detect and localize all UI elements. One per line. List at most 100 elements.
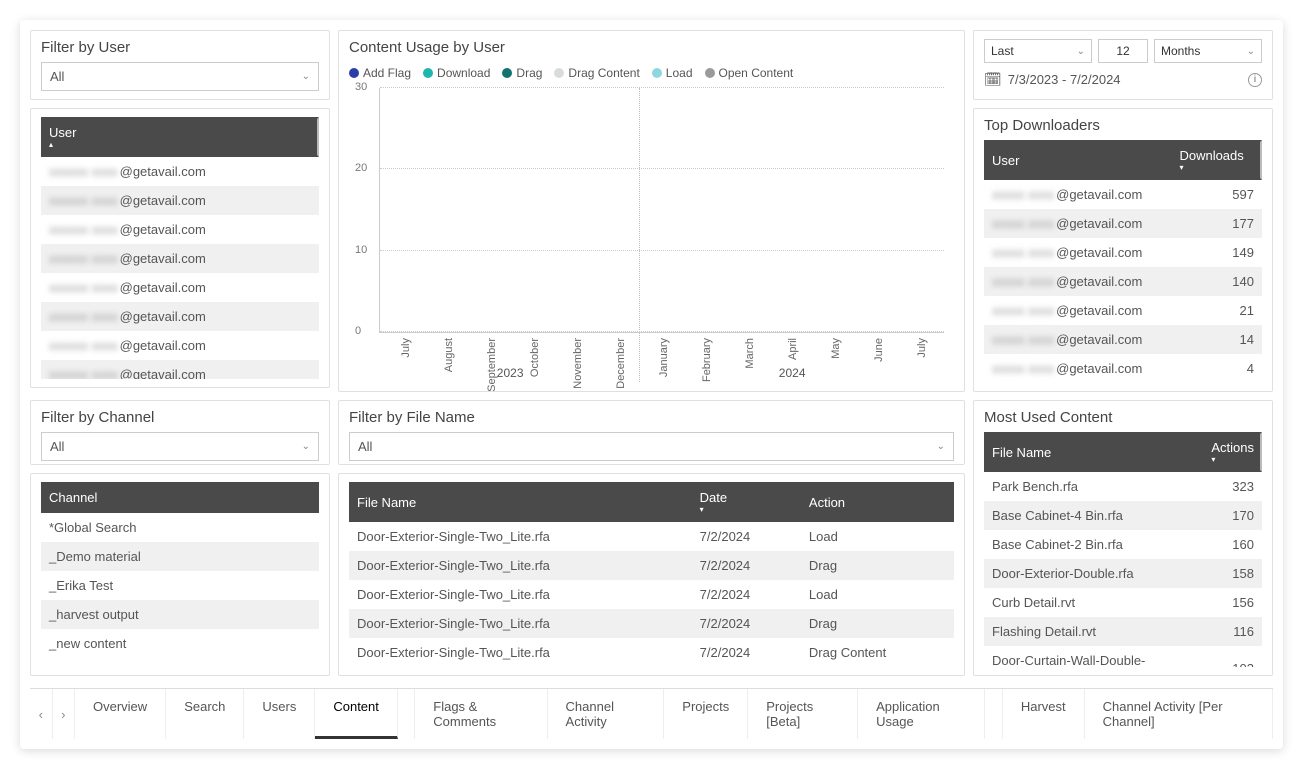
tab-overview[interactable]: Overview [75, 689, 166, 739]
user-header[interactable]: User▴ [41, 117, 319, 157]
top-dl-table: User Downloads▾ xxxxx xxxx@getavail.com5… [984, 140, 1262, 383]
table-row[interactable]: xxxxx xxxx@getavail.com [984, 238, 1171, 267]
table-row[interactable]: xxxxxx xxxx@getavail.com [41, 215, 319, 244]
file-table: File Name Date▾ Action Door-Exterior-Sin… [349, 482, 954, 667]
scrollbar[interactable] [317, 117, 319, 157]
chart-area: 0102030JulyAugustSeptemberOctoberNovembe… [379, 88, 944, 333]
file-date-header[interactable]: Date▾ [692, 482, 801, 522]
tab-channel-activity-per-channel-[interactable]: Channel Activity [Per Channel] [1085, 689, 1273, 739]
channel-list-panel: Channel *Global Search_Demo material_Eri… [30, 473, 330, 676]
table-row[interactable]: xxxxx xxxx@getavail.com [984, 325, 1171, 354]
info-icon[interactable]: i [1248, 73, 1262, 87]
content-usage-chart-panel: Content Usage by User Add Flag Download Dr… [338, 30, 965, 392]
table-row[interactable]: xxxxxx xxxx@getavail.com [41, 360, 319, 379]
channel-header[interactable]: Channel [41, 482, 319, 513]
filter-channel-value: All [50, 439, 64, 454]
table-row[interactable]: Door-Exterior-Single-Two_Lite.rfa [349, 551, 692, 580]
table-row[interactable]: Door-Exterior-Single-Two_Lite.rfa [349, 580, 692, 609]
filter-by-channel-panel: Filter by Channel All ⌄ [30, 400, 330, 465]
table-row[interactable]: _harvest output [41, 600, 319, 629]
scrollbar[interactable] [1260, 140, 1262, 180]
user-table: User▴ xxxxxx xxxx@getavail.comxxxxxx xxx… [41, 117, 319, 379]
top-dl-title: Top Downloaders [984, 117, 1262, 134]
table-row[interactable]: _Demo material [41, 542, 319, 571]
top-downloaders-panel: Top Downloaders User Downloads▾ xxxxx xx… [973, 108, 1273, 392]
tab-harvest[interactable]: Harvest [1003, 689, 1085, 739]
top-dl-count-header[interactable]: Downloads▾ [1171, 140, 1262, 180]
legend-item[interactable]: Drag Content [554, 66, 639, 80]
most-used-panel: Most Used Content File Name Actions▾ Par… [973, 400, 1273, 676]
table-row[interactable]: xxxxx xxxx@getavail.com [984, 267, 1171, 296]
legend-item[interactable]: Drag [502, 66, 542, 80]
most-used-table: File Name Actions▾ Park Bench.rfa323Base… [984, 432, 1262, 667]
top-dl-user-header[interactable]: User [984, 140, 1171, 180]
filter-file-value: All [358, 439, 372, 454]
filter-by-user-panel: Filter by User All ⌄ [30, 30, 330, 100]
table-row[interactable]: xxxxxx xxxx@getavail.com [41, 331, 319, 360]
tab-content[interactable]: Content [315, 689, 398, 739]
tab-prev-arrow[interactable]: ‹ [30, 689, 53, 739]
filter-channel-dropdown[interactable]: All ⌄ [41, 432, 319, 461]
tab-flags-comments[interactable]: Flags & Comments [415, 689, 547, 739]
filter-channel-title: Filter by Channel [41, 409, 319, 426]
tab-projects-beta-[interactable]: Projects [Beta] [748, 689, 858, 739]
chart-legend: Add Flag Download Drag Drag Content Load Open… [349, 66, 954, 80]
date-unit-dropdown[interactable]: Months⌄ [1154, 39, 1262, 63]
tab-channel-activity[interactable]: Channel Activity [548, 689, 665, 739]
table-row[interactable]: xxxxx xxxx@getavail.com [984, 296, 1171, 325]
date-last-dropdown[interactable]: Last⌄ [984, 39, 1092, 63]
table-row[interactable]: xxxxx xxxx@getavail.com [984, 209, 1171, 238]
table-row[interactable]: _new content [41, 629, 319, 658]
chevron-down-icon: ⌄ [302, 441, 310, 452]
table-row[interactable]: Door-Exterior-Single-Two_Lite.rfa [349, 522, 692, 551]
chevron-down-icon: ⌄ [302, 71, 310, 82]
tab-users[interactable]: Users [244, 689, 315, 739]
filter-user-title: Filter by User [41, 39, 319, 56]
most-used-actions-header[interactable]: Actions▾ [1203, 432, 1262, 472]
table-row[interactable]: Base Cabinet-2 Bin.rfa [984, 530, 1203, 559]
most-used-file-header[interactable]: File Name [984, 432, 1203, 472]
file-list-panel: File Name Date▾ Action Door-Exterior-Sin… [338, 473, 965, 676]
table-row[interactable]: Door-Exterior-Single-Two_Lite.rfa [349, 638, 692, 667]
tab-projects[interactable]: Projects [664, 689, 748, 739]
table-row[interactable]: Door-Exterior-Double.rfa [984, 559, 1203, 588]
calendar-icon: 🗓 [984, 71, 1002, 88]
filter-file-dropdown[interactable]: All ⌄ [349, 432, 954, 461]
user-list-panel: User▴ xxxxxx xxxx@getavail.comxxxxxx xxx… [30, 108, 330, 388]
tab-application-usage[interactable]: Application Usage [858, 689, 985, 739]
date-range-text: 7/3/2023 - 7/2/2024 [1008, 72, 1121, 87]
filter-user-dropdown[interactable]: All ⌄ [41, 62, 319, 91]
table-row[interactable]: _Erika Test [41, 571, 319, 600]
table-row[interactable]: xxxxx xxxx@getavail.com [984, 180, 1171, 209]
report-tabs: ‹ › OverviewSearchUsersContent Flags & Co… [30, 688, 1273, 739]
legend-item[interactable]: Load [652, 66, 693, 80]
file-name-header[interactable]: File Name [349, 482, 692, 522]
table-row[interactable]: xxxxxx xxxx@getavail.com [41, 244, 319, 273]
table-row[interactable]: xxxxxx xxxx@getavail.com [41, 157, 319, 186]
table-row[interactable]: xxxxxx xxxx@getavail.com [41, 186, 319, 215]
scrollbar[interactable] [1260, 432, 1262, 472]
tab-search[interactable]: Search [166, 689, 244, 739]
table-row[interactable]: Door-Curtain-Wall-Double-Storefront.rfa [984, 646, 1203, 667]
table-row[interactable]: Curb Detail.rvt [984, 588, 1203, 617]
filter-user-value: All [50, 69, 64, 84]
table-row[interactable]: Park Bench.rfa [984, 472, 1203, 501]
table-row[interactable]: xxxxxx xxxx@getavail.com [41, 302, 319, 331]
tab-next-arrow[interactable]: › [53, 689, 76, 739]
date-count-input[interactable]: 12 [1098, 39, 1148, 63]
table-row[interactable]: Door-Exterior-Single-Two_Lite.rfa [349, 609, 692, 638]
most-used-title: Most Used Content [984, 409, 1262, 426]
table-row[interactable]: xxxxx xxxx@getavail.com [984, 354, 1171, 383]
file-action-header[interactable]: Action [801, 482, 954, 522]
legend-item[interactable]: Download [423, 66, 490, 80]
channel-table: Channel *Global Search_Demo material_Eri… [41, 482, 319, 658]
legend-item[interactable]: Add Flag [349, 66, 411, 80]
chevron-down-icon: ⌄ [937, 441, 945, 452]
chart-title: Content Usage by User [349, 39, 954, 56]
table-row[interactable]: *Global Search [41, 513, 319, 542]
table-row[interactable]: xxxxxx xxxx@getavail.com [41, 273, 319, 302]
table-row[interactable]: Flashing Detail.rvt [984, 617, 1203, 646]
table-row[interactable]: Base Cabinet-4 Bin.rfa [984, 501, 1203, 530]
filter-by-file-panel: Filter by File Name All ⌄ [338, 400, 965, 465]
legend-item[interactable]: Open Content [705, 66, 794, 80]
